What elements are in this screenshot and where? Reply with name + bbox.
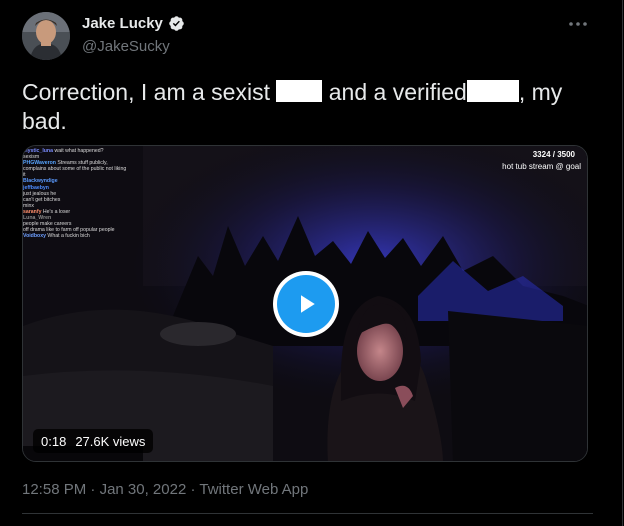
stream-goal-text: hot tub stream @ goal	[502, 162, 581, 171]
tweet-text-part-1: Correction, I am a sexist	[22, 79, 270, 105]
chat-text: complains about some of the public not l…	[23, 166, 127, 173]
divider	[22, 513, 593, 514]
tweet-source[interactable]: Twitter Web App	[199, 481, 308, 498]
chat-username: jeffbaebyn	[23, 184, 49, 191]
chat-username: Blackwyndige	[23, 178, 58, 185]
play-icon	[301, 295, 315, 313]
author-avatar[interactable]	[22, 12, 70, 60]
chat-text: sexism	[23, 154, 40, 161]
meta-separator: ·	[90, 481, 96, 498]
avatar-photo	[22, 12, 70, 60]
author-name-row[interactable]: Jake Lucky	[82, 15, 185, 32]
tweet-text-part-2: and a verified	[328, 79, 467, 105]
play-button[interactable]	[273, 271, 339, 337]
chat-username: saranfy	[23, 208, 42, 215]
chat-username: Luna_Wren	[23, 215, 52, 222]
stream-chat-overlay: mystic_luna wait what happened? sexism PH…	[23, 148, 145, 239]
video-player[interactable]: mystic_luna wait what happened? sexism PH…	[22, 145, 588, 462]
author-handle[interactable]: @JakeSucky	[82, 38, 170, 55]
tweet-time[interactable]: 12:58 PM	[22, 481, 86, 498]
chat-text: just jealous he	[23, 190, 57, 197]
tweet-text: Correction, I am a sexist and a verified…	[22, 78, 592, 136]
chat-username: mystic_luna	[23, 148, 53, 154]
play-button-inner	[277, 275, 335, 333]
chat-message: Voidboxy What a fuckin bich	[23, 233, 145, 239]
video-views: 27.6K views	[75, 433, 146, 449]
tweet-meta: 12:58 PM · Jan 30, 2022 · Twitter Web Ap…	[22, 481, 308, 498]
chat-text: it	[23, 172, 26, 179]
video-duration: 0:18	[41, 433, 67, 449]
chat-text: off drama like to farm off popular peopl…	[23, 227, 115, 234]
redaction-box	[276, 80, 323, 102]
redaction-box	[466, 80, 519, 102]
video-stats-badge: 0:18 27.6K views	[33, 429, 154, 453]
chat-text: minx	[23, 202, 34, 209]
chat-text: What a fuckin bich	[47, 233, 90, 240]
verified-badge-icon	[169, 16, 184, 31]
chat-text: He's a loser	[42, 208, 71, 215]
tweet-date[interactable]: Jan 30, 2022	[100, 481, 187, 498]
chat-text: people make careers	[23, 221, 72, 228]
author-name[interactable]: Jake Lucky	[82, 15, 163, 32]
more-options-icon[interactable]	[566, 14, 590, 34]
meta-separator: ·	[190, 481, 196, 498]
chat-text: can't get bitches	[23, 196, 61, 203]
chat-username: Voidboxy	[23, 233, 46, 240]
chat-text: Streams stuff publicly,	[57, 160, 108, 167]
chat-text: wait what happened?	[54, 148, 104, 154]
chat-username: PHGWaveron	[23, 160, 56, 167]
subscriber-counter: 3324 / 3500	[532, 150, 575, 159]
